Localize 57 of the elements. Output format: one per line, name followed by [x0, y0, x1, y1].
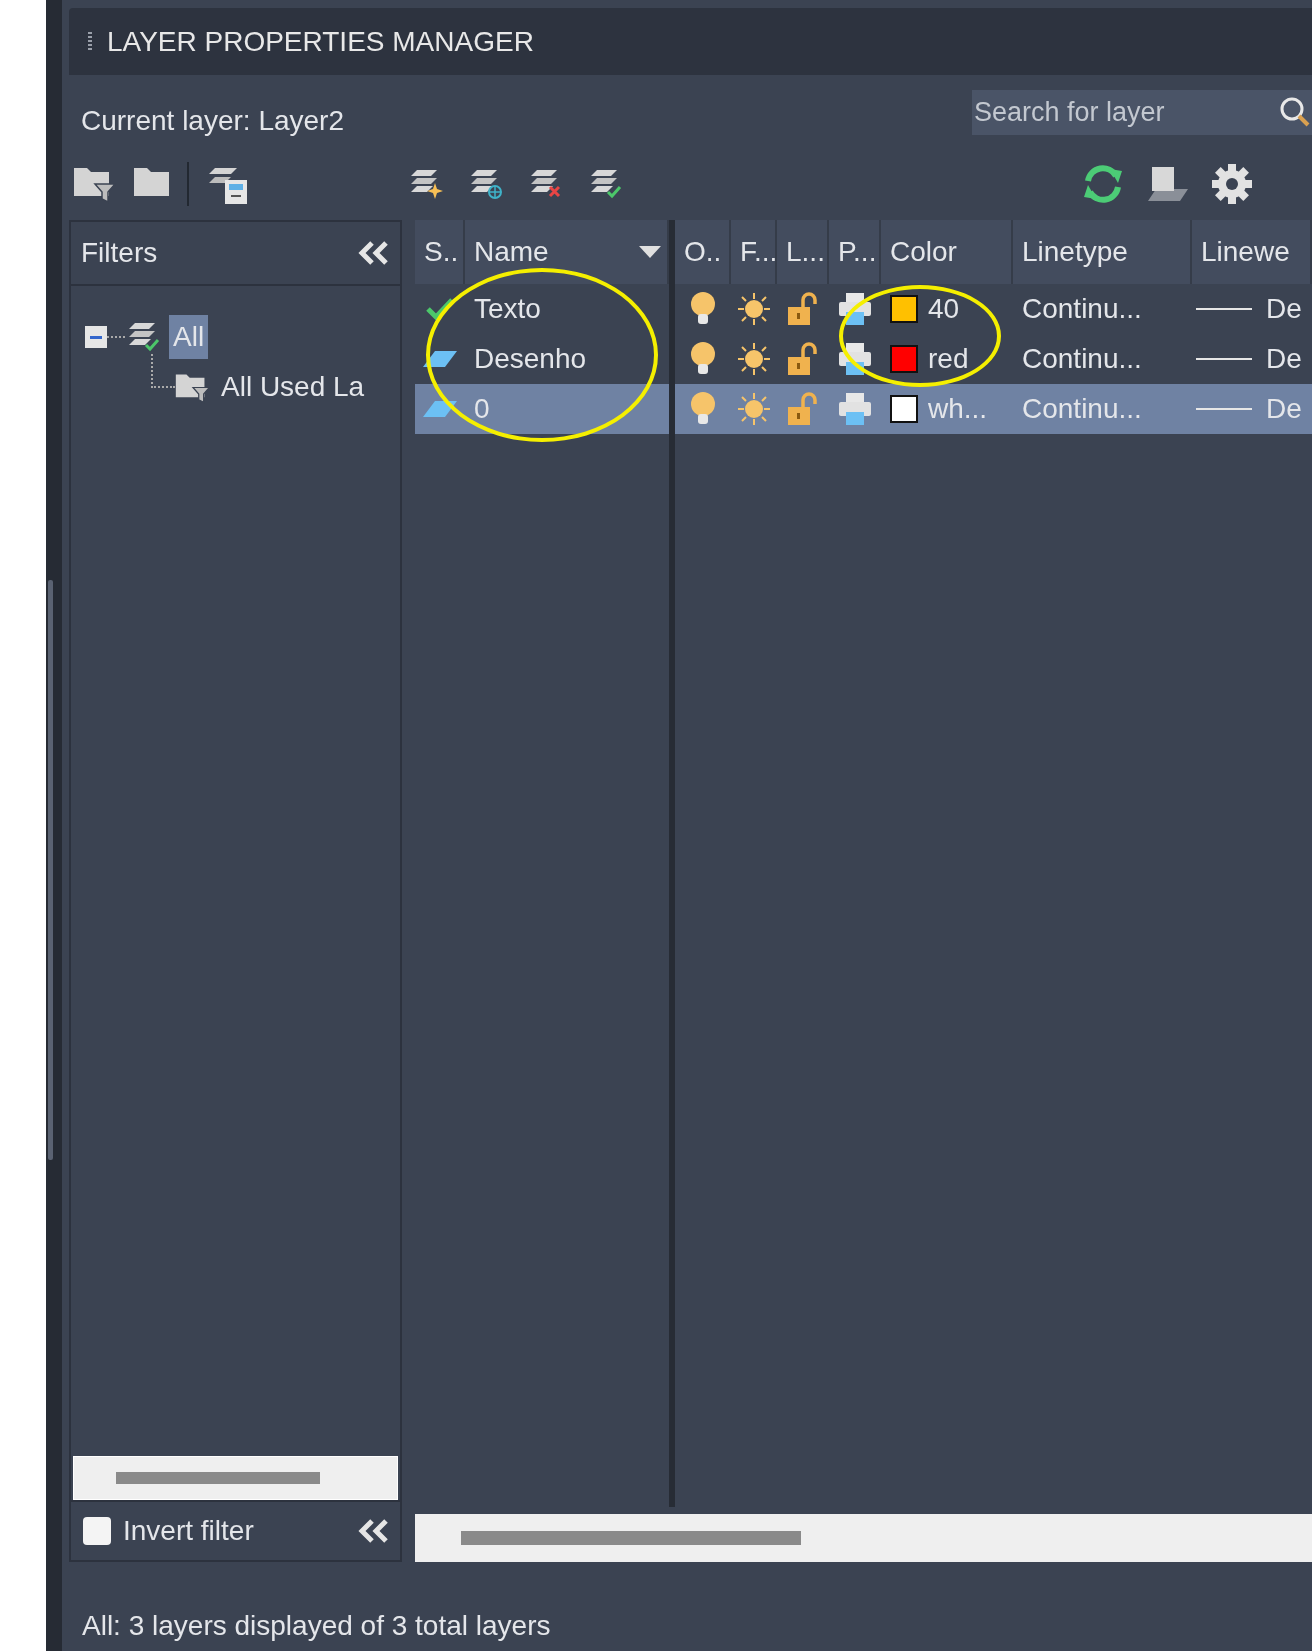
column-header[interactable]: Color	[881, 220, 1013, 284]
color-swatch[interactable]	[890, 345, 918, 373]
color-name: 40	[928, 293, 960, 325]
invert-filter-label: Invert filter	[123, 1515, 255, 1547]
column-header[interactable]: P...	[829, 220, 881, 284]
linetype-value: Continu...	[1013, 384, 1192, 434]
horizontal-scrollbar[interactable]	[73, 1456, 398, 1500]
layer-icon	[423, 401, 457, 417]
column-header[interactable]: O..	[675, 220, 731, 284]
layer-name: Desenho	[473, 342, 588, 376]
sun-icon[interactable]	[737, 342, 771, 376]
tree-item[interactable]: All Used La	[217, 365, 369, 409]
grip-icon[interactable]	[87, 31, 93, 52]
layer-square-icon[interactable]	[1148, 164, 1188, 203]
linetype-value: Continu...	[1021, 342, 1143, 376]
lightbulb-icon[interactable]	[690, 342, 716, 376]
collapse-icon[interactable]	[356, 1518, 390, 1544]
settings-icon[interactable]	[1210, 161, 1254, 206]
color-swatch[interactable]	[890, 395, 918, 423]
current-layer-label: Current layer: Layer2	[81, 105, 344, 137]
layer-name: 0	[465, 384, 669, 434]
sun-icon[interactable]	[737, 292, 771, 326]
color-name: wh...	[928, 393, 988, 425]
padlock-icon[interactable]	[787, 342, 819, 376]
column-header[interactable]: F...	[731, 220, 777, 284]
column-header[interactable]: Linetype	[1013, 220, 1192, 284]
lineweight-value: De	[1266, 393, 1302, 425]
layer-row[interactable]: Texto 40 Continu... De	[415, 284, 1312, 334]
lineweight-line	[1196, 308, 1252, 310]
horizontal-scrollbar[interactable]	[415, 1514, 1312, 1562]
lineweight-line	[1196, 408, 1252, 410]
column-header[interactable]: S..	[415, 220, 465, 284]
lineweight-value: De	[1266, 343, 1302, 375]
column-header[interactable]: L...	[777, 220, 829, 284]
layer-name: Texto	[473, 292, 542, 326]
column-header[interactable]: Linewe	[1192, 220, 1312, 284]
linetype-value: Continu...	[1021, 292, 1143, 326]
printer-icon[interactable]	[838, 292, 872, 326]
caret-icon	[639, 246, 661, 258]
filters-title: Filters	[81, 237, 158, 269]
invert-filter-checkbox[interactable]	[83, 1517, 111, 1545]
lineweight-value: De	[1266, 293, 1302, 325]
collapse-toggle[interactable]	[85, 326, 107, 348]
panel-title: LAYER PROPERTIES MANAGER	[107, 25, 534, 58]
collapse-icon[interactable]	[356, 240, 390, 266]
layer-icon	[423, 351, 457, 367]
padlock-icon[interactable]	[787, 292, 819, 326]
scrollbar-thumb[interactable]	[48, 580, 53, 1160]
lineweight-line	[1196, 358, 1252, 360]
printer-icon[interactable]	[838, 342, 872, 376]
status-bar-text: All: 3 layers displayed of 3 total layers	[81, 1609, 552, 1643]
lightbulb-icon[interactable]	[690, 292, 716, 326]
layer-row[interactable]: Desenho red Continu... De	[415, 334, 1312, 384]
search-field[interactable]: Search for layer	[972, 89, 1312, 135]
column-header[interactable]: Name	[465, 220, 669, 284]
color-name: red	[928, 343, 969, 375]
color-swatch[interactable]	[890, 295, 918, 323]
